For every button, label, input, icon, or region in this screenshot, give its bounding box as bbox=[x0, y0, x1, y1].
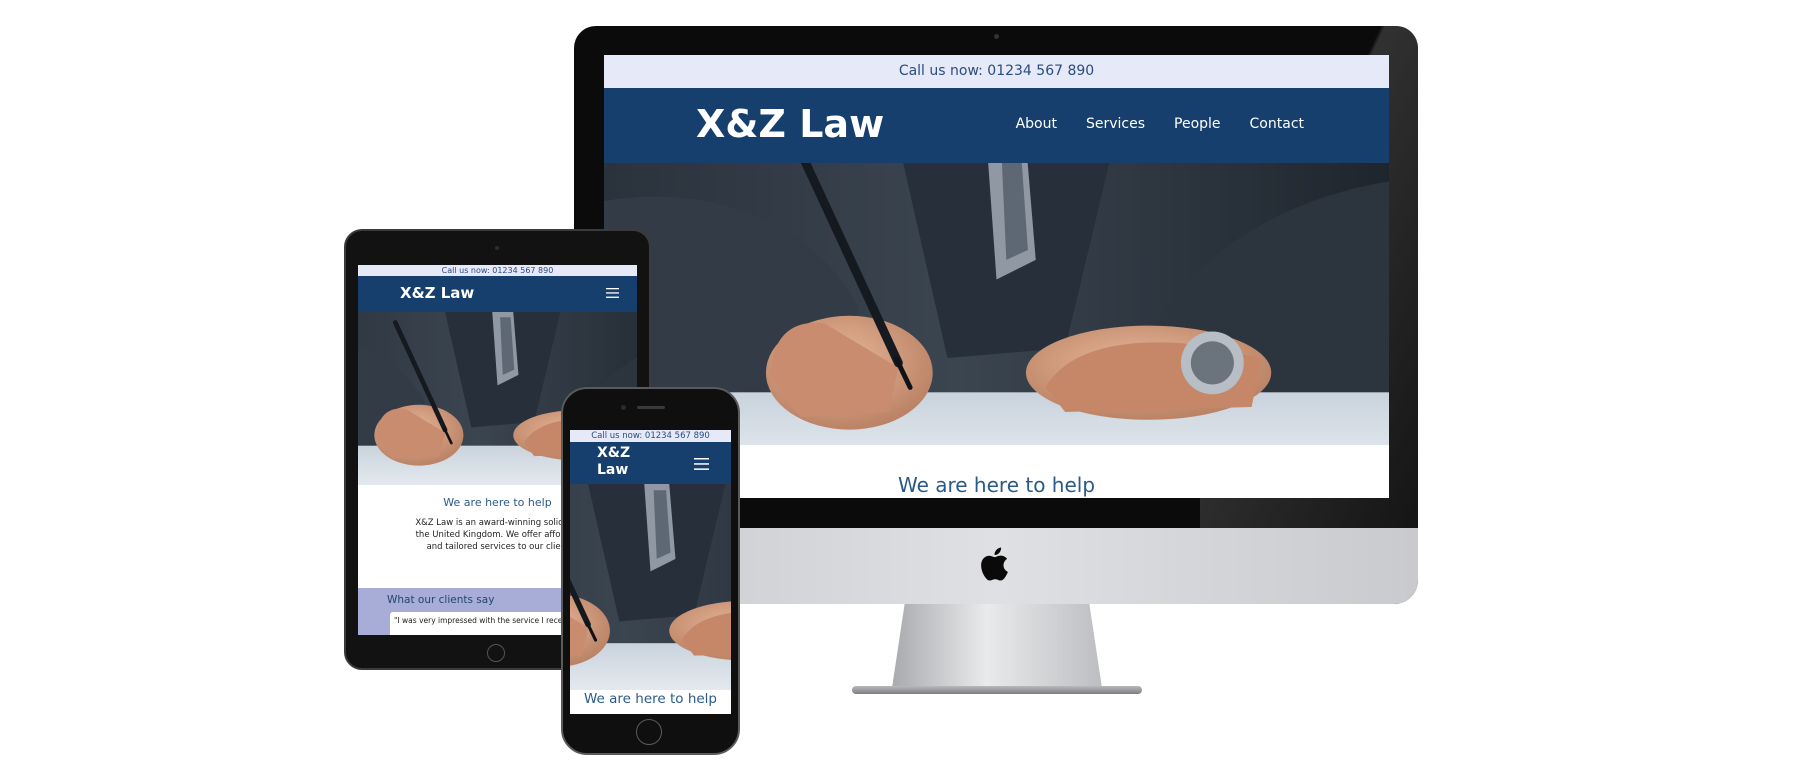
navbar: X&Z Law bbox=[570, 442, 731, 484]
nav-links: About Services People Contact bbox=[1016, 116, 1304, 132]
nav-people[interactable]: People bbox=[1174, 116, 1221, 132]
ipad-camera bbox=[495, 246, 499, 250]
testimonials-heading: What our clients say bbox=[387, 594, 495, 606]
iphone-camera bbox=[621, 405, 626, 410]
phone-banner: Call us now: 01234 567 890 bbox=[604, 55, 1389, 88]
phone-screen: Call us now: 01234 567 890 X&Z Law We ar… bbox=[570, 430, 731, 714]
ipad-home-button bbox=[487, 644, 505, 662]
site-logo[interactable]: X&Z Law bbox=[696, 102, 884, 146]
site-logo[interactable]: X&Z Law bbox=[400, 284, 474, 302]
nav-about[interactable]: About bbox=[1016, 116, 1057, 132]
nav-services[interactable]: Services bbox=[1086, 116, 1145, 132]
imac-stand-foot bbox=[852, 686, 1142, 694]
navbar: X&Z Law About Services People Contact bbox=[604, 88, 1389, 163]
iphone-home-button bbox=[636, 719, 662, 745]
hamburger-menu-icon[interactable] bbox=[694, 458, 709, 470]
navbar: X&Z Law bbox=[358, 276, 637, 312]
iphone-speaker bbox=[637, 406, 665, 409]
imac-camera bbox=[994, 34, 999, 39]
imac-stand bbox=[892, 604, 1102, 688]
hero-image bbox=[570, 484, 731, 690]
apple-logo-icon bbox=[981, 547, 1008, 581]
nav-contact[interactable]: Contact bbox=[1250, 116, 1304, 132]
phone-banner: Call us now: 01234 567 890 bbox=[358, 265, 637, 276]
phone-banner: Call us now: 01234 567 890 bbox=[570, 430, 731, 442]
site-logo[interactable]: X&Z Law bbox=[597, 445, 641, 479]
hamburger-menu-icon[interactable] bbox=[606, 288, 619, 298]
help-heading: We are here to help bbox=[583, 691, 718, 707]
